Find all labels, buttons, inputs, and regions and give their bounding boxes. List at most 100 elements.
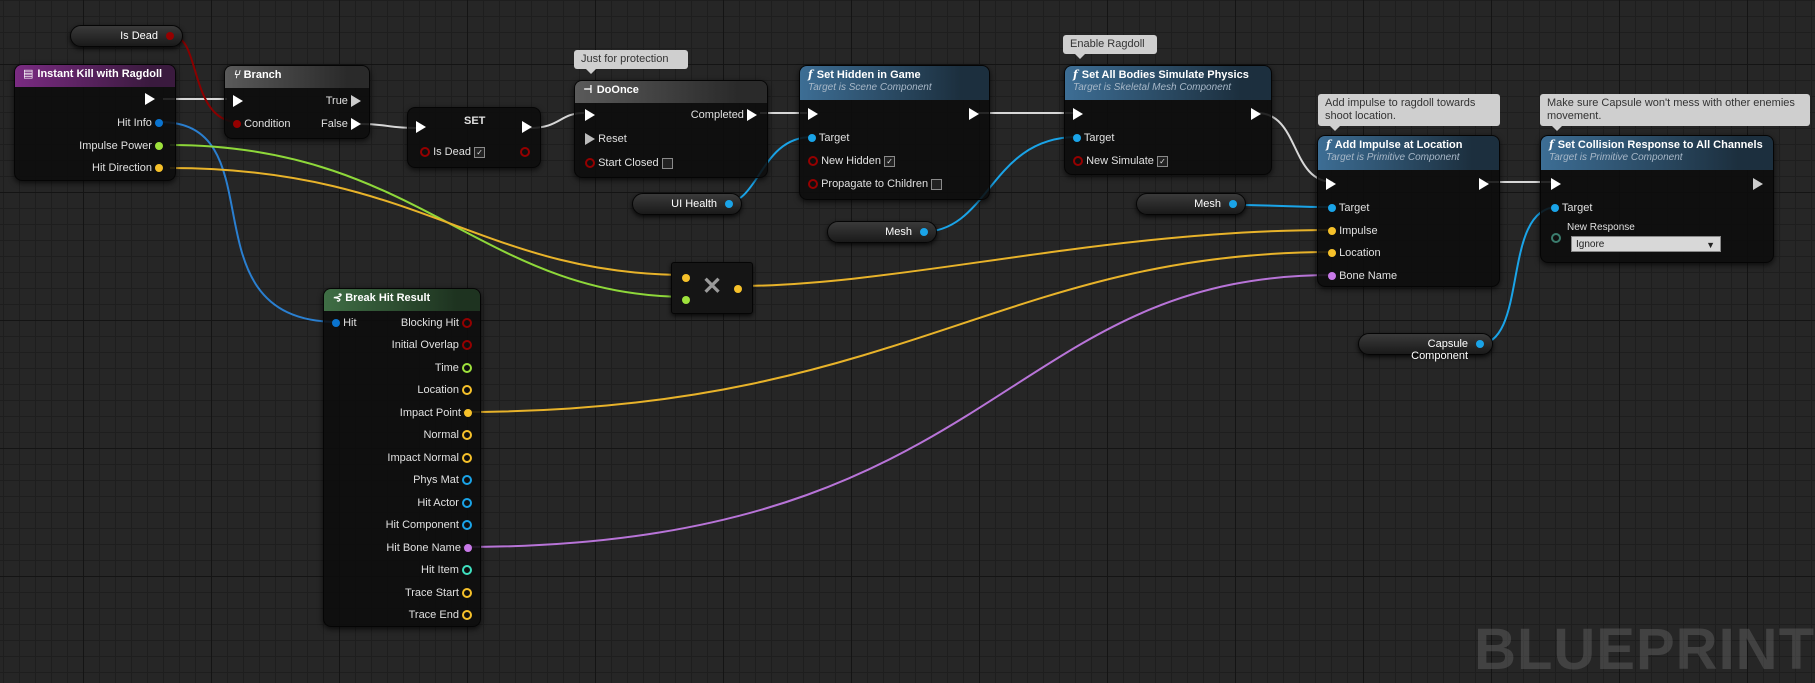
new-hidden-checkbox[interactable]: ✓ <box>884 155 896 167</box>
mesh-getter[interactable]: Mesh <box>827 221 937 243</box>
struct-pin-icon[interactable] <box>155 119 163 128</box>
exec-out-pin-icon[interactable] <box>351 95 361 108</box>
node-header[interactable]: ▤ Instant Kill with Ragdoll <box>15 65 175 87</box>
object-pin-icon[interactable] <box>1073 134 1081 143</box>
vector-out-pin-icon[interactable] <box>734 285 742 294</box>
exec-out-pin-icon[interactable] <box>145 93 155 106</box>
exec-out-pin-icon[interactable] <box>1251 108 1261 121</box>
new-response-dropdown[interactable]: Ignore ▼ <box>1571 236 1721 252</box>
new-simulate-checkbox[interactable]: ✓ <box>1156 155 1168 167</box>
bool-pin-icon[interactable] <box>462 318 472 329</box>
node-header[interactable]: f Set All Bodies Simulate Physics Target … <box>1065 66 1271 100</box>
exec-out-pin-icon[interactable] <box>969 108 979 121</box>
exec-in-pin-icon[interactable] <box>585 109 595 122</box>
event-node-instant-kill[interactable]: ▤ Instant Kill with Ragdoll Hit Info Impu… <box>14 64 176 181</box>
node-header[interactable]: f Set Hidden in Game Target is Scene Comp… <box>800 66 989 100</box>
float-pin-icon[interactable] <box>682 296 690 305</box>
exec-out-pin-icon[interactable] <box>1753 178 1763 191</box>
vector-pin-icon[interactable] <box>462 588 472 599</box>
pin-label: False <box>321 118 348 130</box>
bool-pin-icon[interactable] <box>420 147 430 158</box>
reset-pin-icon[interactable] <box>585 133 595 146</box>
vector-pin-icon[interactable] <box>462 430 472 441</box>
exec-in-pin-icon[interactable] <box>1073 108 1083 121</box>
object-pin-icon[interactable] <box>462 520 472 531</box>
object-pin-icon[interactable] <box>462 475 472 486</box>
object-pin-icon[interactable] <box>808 134 816 143</box>
name-pin-icon[interactable] <box>464 544 472 553</box>
float-pin-icon[interactable] <box>462 363 472 374</box>
vector-pin-icon[interactable] <box>155 164 163 173</box>
comment-bubble[interactable]: Add impulse to ragdoll towards shoot loc… <box>1318 94 1500 131</box>
comment-bubble[interactable]: Make sure Capsule won't mess with other … <box>1540 94 1810 131</box>
bool-pin-icon[interactable] <box>585 158 595 169</box>
pin-label: Hit Direction <box>92 162 152 174</box>
capsule-component-getter[interactable]: Capsule Component <box>1358 333 1493 362</box>
float-pin-icon[interactable] <box>155 142 163 151</box>
exec-in-pin-icon[interactable] <box>233 95 243 108</box>
pin-label: Impact Normal <box>387 452 459 464</box>
bool-pin-icon[interactable] <box>808 179 818 190</box>
multiply-icon: ✕ <box>702 273 723 300</box>
exec-out-pin-icon[interactable] <box>522 121 532 134</box>
vector-pin-icon[interactable] <box>682 274 690 283</box>
is-dead-getter[interactable]: Is Dead <box>70 25 183 47</box>
is-dead-checkbox[interactable]: ✓ <box>474 146 486 158</box>
object-pin-icon[interactable] <box>1229 200 1237 208</box>
vector-pin-icon[interactable] <box>462 453 472 464</box>
struct-pin-icon[interactable] <box>332 319 340 328</box>
set-hidden-in-game-node[interactable]: f Set Hidden in Game Target is Scene Comp… <box>799 65 990 200</box>
multiply-node[interactable]: ✕ <box>671 262 753 314</box>
exec-out-pin-icon[interactable] <box>747 109 757 122</box>
exec-in-pin-icon[interactable] <box>416 121 426 134</box>
mesh-getter-2[interactable]: Mesh <box>1136 193 1246 215</box>
set-is-dead-node[interactable]: SET Is Dead ✓ <box>407 107 541 168</box>
byte-pin-icon[interactable] <box>1551 233 1561 244</box>
node-header[interactable]: f Set Collision Response to All Channels … <box>1541 136 1773 170</box>
vector-pin-icon[interactable] <box>1328 249 1336 258</box>
exec-out-pin-icon[interactable] <box>351 118 361 131</box>
int-pin-icon[interactable] <box>462 565 472 576</box>
set-collision-response-node[interactable]: f Set Collision Response to All Channels … <box>1540 135 1774 263</box>
set-simulate-physics-node[interactable]: f Set All Bodies Simulate Physics Target … <box>1064 65 1272 175</box>
ui-health-getter[interactable]: UI Health <box>632 193 742 215</box>
object-pin-icon[interactable] <box>1328 204 1336 213</box>
vector-pin-icon[interactable] <box>1328 227 1336 236</box>
break-hit-result-node[interactable]: ⊰ Break Hit Result Hit Blocking Hit Initi… <box>323 288 481 627</box>
exec-in-pin-icon[interactable] <box>1326 178 1336 191</box>
vector-pin-icon[interactable] <box>462 610 472 621</box>
bool-pin-icon[interactable] <box>808 156 818 167</box>
object-pin-icon[interactable] <box>1476 340 1484 348</box>
object-pin-icon[interactable] <box>920 228 928 236</box>
bool-pin-icon[interactable] <box>233 120 241 129</box>
bool-pin-icon[interactable] <box>1073 156 1083 167</box>
object-pin-icon[interactable] <box>725 200 733 208</box>
start-closed-checkbox[interactable] <box>661 157 673 169</box>
pin-label: Location <box>1339 247 1381 259</box>
getter-label: Mesh <box>1194 198 1221 210</box>
exec-in-pin-icon[interactable] <box>1551 178 1561 191</box>
pin-label: Blocking Hit <box>400 317 459 329</box>
bool-out-pin-icon[interactable] <box>520 147 530 158</box>
node-header[interactable]: ⊣ DoOnce <box>575 81 767 103</box>
bool-pin-icon[interactable] <box>462 340 472 351</box>
node-header[interactable]: f Add Impulse at Location Target is Primi… <box>1318 136 1499 170</box>
name-pin-icon[interactable] <box>1328 272 1336 281</box>
vector-pin-icon[interactable] <box>464 409 472 418</box>
object-pin-icon[interactable] <box>462 498 472 509</box>
comment-bubble[interactable]: Just for protection <box>574 50 688 74</box>
exec-in-pin-icon[interactable] <box>808 108 818 121</box>
add-impulse-at-location-node[interactable]: f Add Impulse at Location Target is Primi… <box>1317 135 1500 287</box>
object-pin-icon[interactable] <box>1551 204 1559 213</box>
doonce-node[interactable]: ⊣ DoOnce Completed Reset Start Closed <box>574 80 768 178</box>
comment-bubble[interactable]: Enable Ragdoll <box>1063 35 1157 59</box>
node-header[interactable]: ⊰ Break Hit Result <box>324 289 480 311</box>
bool-pin-icon[interactable] <box>166 32 174 40</box>
propagate-checkbox[interactable] <box>931 178 943 190</box>
exec-out-pin-icon[interactable] <box>1479 178 1489 191</box>
vector-pin-icon[interactable] <box>462 385 472 396</box>
event-icon: ▤ <box>23 67 34 80</box>
function-icon: f <box>808 68 813 81</box>
node-header[interactable]: ⑂ Branch <box>225 66 369 88</box>
branch-node[interactable]: ⑂ Branch True Condition False <box>224 65 370 139</box>
